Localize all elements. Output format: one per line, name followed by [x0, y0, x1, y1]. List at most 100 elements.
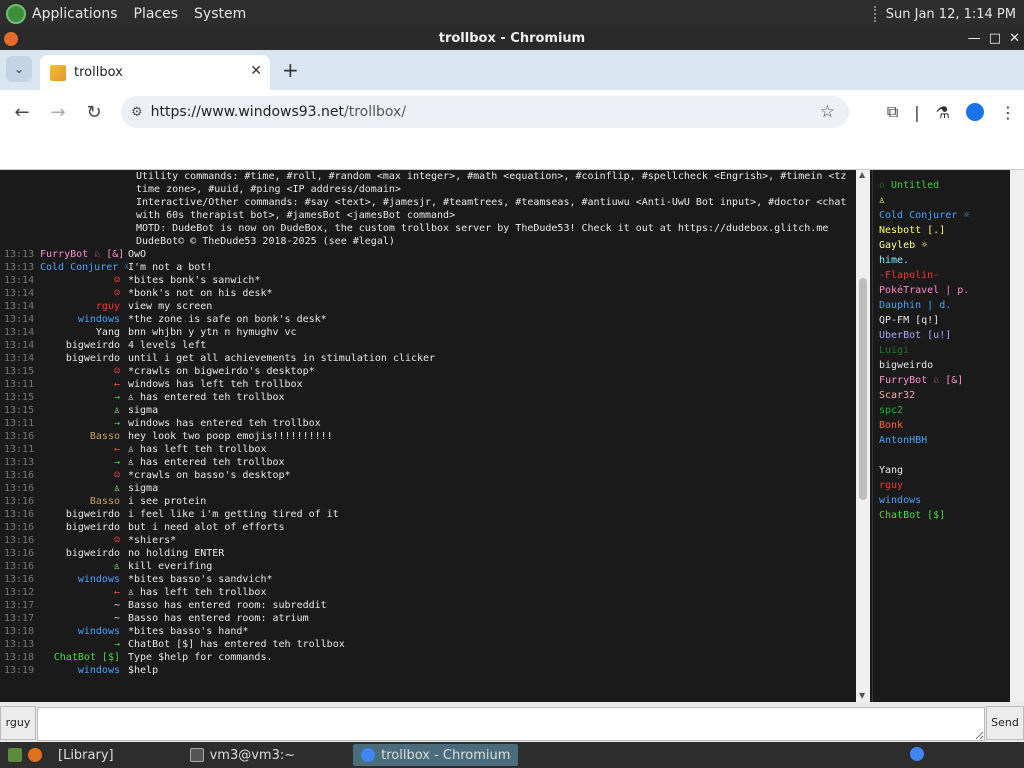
user-list-item[interactable]: Yang [879, 463, 1010, 478]
user-list-item[interactable]: hime. [879, 253, 1010, 268]
message-nick[interactable]: ← [40, 443, 128, 456]
message-nick[interactable]: bigweirdo [40, 521, 128, 534]
message-nick[interactable]: → [40, 456, 128, 469]
message-nick[interactable]: ← [40, 586, 128, 599]
menu-places[interactable]: Places [134, 6, 179, 22]
message-nick[interactable]: ♙ [40, 560, 128, 573]
message-input[interactable] [37, 707, 985, 741]
user-list-item[interactable]: rguy [879, 478, 1010, 493]
close-window-icon[interactable]: ✕ [1009, 28, 1020, 50]
user-list-item[interactable]: Bonk [879, 418, 1010, 433]
window-titlebar[interactable]: trollbox - Chromium — □ ✕ [0, 28, 1024, 50]
message-nick[interactable]: → [40, 638, 128, 651]
menu-applications[interactable]: Applications [32, 6, 118, 22]
user-list-item[interactable]: Scar32 [879, 388, 1010, 403]
minimize-icon[interactable]: — [968, 28, 981, 50]
user-list-item[interactable]: Gayleb ☼ [879, 238, 1010, 253]
user-list-item[interactable]: windows [879, 493, 1010, 508]
address-bar[interactable]: ⚙ https://www.windows93.net/trollbox/ ☆ [121, 96, 849, 128]
panel-separator [873, 6, 876, 22]
kebab-menu-icon[interactable]: ⋮ [1000, 103, 1016, 122]
message-nick[interactable]: windows [40, 625, 128, 638]
message-nick[interactable]: windows [40, 573, 128, 586]
user-list-item[interactable]: ♙ [879, 193, 1010, 208]
message-nick[interactable]: ♙ [40, 482, 128, 495]
extensions-icon[interactable]: ⧉ [887, 102, 898, 122]
chat-log[interactable]: Utility commands: #time, #roll, #random … [0, 170, 856, 702]
profile-avatar-icon[interactable] [966, 103, 984, 121]
user-list-item[interactable]: -Flapolin- [879, 268, 1010, 283]
scroll-up-icon[interactable]: ▲ [859, 170, 865, 179]
message-nick[interactable]: windows [40, 664, 128, 677]
new-tab-icon[interactable]: + [282, 58, 299, 82]
user-list-item[interactable]: PokéTravel | p. [879, 283, 1010, 298]
user-list-item[interactable]: QP-FM [q!] [879, 313, 1010, 328]
user-list-item[interactable]: AntonHBH [879, 433, 1010, 448]
message-nick[interactable]: ☺ [40, 469, 128, 482]
user-list-item[interactable]: spc2 [879, 403, 1010, 418]
back-icon[interactable]: ← [4, 102, 40, 123]
distro-logo-icon[interactable] [6, 4, 26, 24]
message-time: 13:14 [4, 314, 35, 325]
message-nick[interactable]: bigweirdo [40, 508, 128, 521]
message-nick[interactable]: → [40, 417, 128, 430]
scroll-down-icon[interactable]: ▼ [859, 691, 865, 700]
message-nick[interactable]: ← [40, 378, 128, 391]
message-nick[interactable]: ☺ [40, 365, 128, 378]
user-list-item[interactable]: Luigi [879, 343, 1010, 358]
message-nick[interactable]: bigweirdo [40, 352, 128, 365]
user-list-item[interactable]: Cold Conjurer ☼ [879, 208, 1010, 223]
taskbar-item-chromium[interactable]: trollbox - Chromium [353, 744, 519, 766]
message-nick[interactable]: windows [40, 313, 128, 326]
taskbar-item-terminal[interactable]: vm3@vm3:~ [182, 744, 304, 766]
message-nick[interactable]: ☺ [40, 274, 128, 287]
tray-chromium-icon[interactable] [910, 747, 924, 761]
clock[interactable]: Sun Jan 12, 1:14 PM [886, 7, 1016, 22]
bookmark-star-icon[interactable]: ☆ [820, 102, 835, 122]
message-text: ♙ has left teh trollbox [128, 587, 267, 598]
message-nick[interactable]: Yang [40, 326, 128, 339]
user-list-item[interactable]: bigweirdo [879, 358, 1010, 373]
message-nick[interactable]: → [40, 391, 128, 404]
firefox-icon[interactable] [28, 748, 42, 762]
user-list-item[interactable]: ChatBot [$] [879, 508, 1010, 523]
message-nick[interactable]: Cold Conjurer ☼ [40, 261, 128, 274]
menu-system[interactable]: System [194, 6, 246, 22]
site-info-icon[interactable]: ⚙ [131, 105, 143, 120]
message-nick[interactable]: ~ [40, 612, 128, 625]
close-tab-icon[interactable]: ✕ [250, 63, 262, 79]
message-nick[interactable]: Basso [40, 495, 128, 508]
nickname-button[interactable]: rguy [0, 706, 36, 740]
message-nick[interactable]: Basso [40, 430, 128, 443]
reload-icon[interactable]: ↻ [76, 102, 112, 123]
message-nick[interactable]: bigweirdo [40, 547, 128, 560]
taskbar-item-library[interactable]: [Library] [50, 744, 122, 766]
tab-trollbox[interactable]: trollbox ✕ [40, 55, 270, 90]
message-nick[interactable]: bigweirdo [40, 339, 128, 352]
maximize-icon[interactable]: □ [989, 28, 1001, 50]
message-nick[interactable]: ♙ [40, 404, 128, 417]
user-list-item[interactable]: UberBot [u!] [879, 328, 1010, 343]
user-list-item[interactable]: ♘ Untitled [879, 178, 1010, 193]
message-nick[interactable]: ~ [40, 599, 128, 612]
tab-search-chevron-icon[interactable]: ⌄ [6, 56, 32, 82]
forward-icon[interactable]: → [40, 102, 76, 123]
message-nick[interactable]: ☺ [40, 534, 128, 547]
user-list-item[interactable]: Dauphin | d. [879, 298, 1010, 313]
user-list-scrollbar[interactable] [1010, 170, 1024, 702]
message-nick[interactable]: ChatBot [$] [40, 651, 128, 664]
chat-message: 13:18 ChatBot [$] Type $help for commands. [0, 651, 856, 664]
message-nick[interactable]: rguy [40, 300, 128, 313]
user-list-item[interactable] [879, 448, 1010, 463]
message-nick[interactable]: FurryBot ♘ [&] [40, 248, 128, 261]
user-list-item[interactable]: Nesbott [.] [879, 223, 1010, 238]
send-button[interactable]: Send [986, 706, 1024, 740]
chat-message: 13:13 FurryBot ♘ [&] OwO [0, 248, 856, 261]
message-text: sigma [128, 483, 159, 494]
chat-scrollbar[interactable]: ▲ ▼ [856, 170, 870, 702]
show-desktop-button[interactable] [0, 744, 50, 766]
message-nick[interactable]: ☺ [40, 287, 128, 300]
labs-flask-icon[interactable]: ⚗ [936, 103, 950, 122]
chat-scroll-thumb[interactable] [859, 278, 867, 500]
user-list-item[interactable]: FurryBot ♘ [&] [879, 373, 1010, 388]
